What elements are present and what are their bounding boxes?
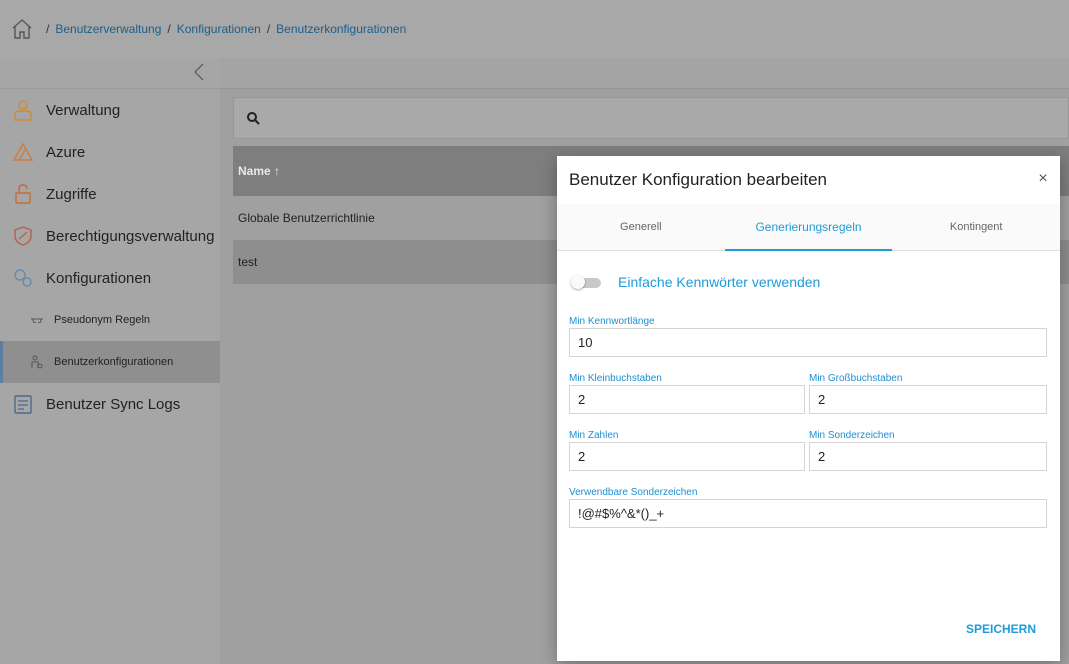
sidebar-subitem-pseudonym-regeln[interactable]: Pseudonym Regeln (0, 299, 220, 341)
min-special-field: Min Sonderzeichen 2 (809, 430, 1047, 471)
dialog-tabs: Generell Generierungsregeln Kontingent (557, 204, 1060, 251)
dialog-title: Benutzer Konfiguration bearbeiten (569, 170, 828, 189)
breadcrumb-konfigurationen[interactable]: Konfigurationen (177, 22, 261, 36)
dialog-header: Benutzer Konfiguration bearbeiten × (557, 156, 1060, 204)
tab-kontingent[interactable]: Kontingent (892, 204, 1060, 250)
log-icon (14, 395, 32, 414)
sidebar-subitem-label: Pseudonym Regeln (54, 314, 151, 326)
sidebar: Verwaltung Azure Zugriffe Berechtigungsv… (0, 58, 220, 664)
min-length-input[interactable]: 10 (569, 328, 1047, 357)
admin-icon (14, 100, 32, 121)
edit-config-dialog: Benutzer Konfiguration bearbeiten × Gene… (557, 156, 1060, 661)
field-label: Min Kennwortlänge (569, 316, 655, 327)
field-label: Min Kleinbuchstaben (569, 373, 662, 384)
shield-icon (14, 226, 32, 246)
chevron-left-icon[interactable] (192, 62, 206, 82)
breadcrumb-benutzerkonfigurationen[interactable]: Benutzerkonfigurationen (276, 22, 406, 36)
field-label: Min Zahlen (569, 430, 619, 441)
sidebar-item-label: Zugriffe (46, 185, 97, 203)
sidebar-item-label: Azure (46, 143, 86, 161)
sidebar-item-zugriffe[interactable]: Zugriffe (0, 173, 220, 215)
sidebar-item-benutzer-sync-logs[interactable]: Benutzer Sync Logs (0, 383, 220, 425)
tab-generierungsregeln[interactable]: Generierungsregeln (724, 204, 893, 251)
min-lower-input[interactable]: 2 (569, 385, 805, 414)
sidebar-item-konfigurationen[interactable]: Konfigurationen (0, 257, 220, 299)
allowed-special-field: Verwendbare Sonderzeichen !@#$%^&*()_+ (569, 487, 1047, 528)
sidebar-subitem-label: Benutzerkonfigurationen (54, 356, 174, 368)
allowed-special-input[interactable]: !@#$%^&*()_+ (569, 499, 1047, 528)
breadcrumb-separator: / (266, 22, 271, 36)
sidebar-item-label: Berechtigungsverwaltung (46, 227, 215, 245)
sidebar-item-label: Verwaltung (46, 101, 121, 119)
user-config-icon (31, 355, 43, 369)
home-icon[interactable] (10, 17, 34, 41)
breadcrumb: / Benutzerverwaltung / Konfigurationen /… (46, 22, 406, 36)
min-upper-input[interactable]: 2 (809, 385, 1047, 414)
search-input[interactable] (233, 97, 1069, 139)
close-icon[interactable]: × (1034, 170, 1052, 188)
min-special-input[interactable]: 2 (809, 442, 1047, 471)
field-label: Min Sonderzeichen (809, 430, 895, 441)
sidebar-subitem-benutzerkonfigurationen[interactable]: Benutzerkonfigurationen (0, 341, 220, 383)
breadcrumb-separator: / (46, 22, 50, 36)
breadcrumb-separator: / (167, 22, 171, 36)
simple-passwords-toggle[interactable] (571, 275, 601, 289)
min-numbers-field: Min Zahlen 2 (569, 430, 805, 471)
sidebar-item-label: Konfigurationen (46, 269, 152, 287)
sidebar-item-label: Benutzer Sync Logs (46, 395, 181, 413)
main-toolbar (220, 58, 1069, 89)
field-label: Verwendbare Sonderzeichen (569, 487, 698, 498)
sidebar-item-azure[interactable]: Azure (0, 131, 220, 173)
toggle-knob (571, 275, 585, 289)
tab-generell[interactable]: Generell (557, 204, 725, 250)
simple-passwords-label: Einfache Kennwörter verwenden (618, 274, 821, 290)
azure-icon (12, 142, 34, 161)
lock-icon (15, 184, 31, 204)
save-button[interactable]: SPEICHERN (966, 622, 1036, 636)
mask-icon (31, 318, 43, 324)
min-length-field: Min Kennwortlänge 10 (569, 316, 1047, 357)
sidebar-item-verwaltung[interactable]: Verwaltung (0, 89, 220, 131)
gears-icon (14, 269, 32, 287)
search-icon (247, 112, 260, 125)
min-upper-field: Min Großbuchstaben 2 (809, 373, 1047, 414)
breadcrumb-benutzerverwaltung[interactable]: Benutzerverwaltung (55, 22, 161, 36)
top-bar: / Benutzerverwaltung / Konfigurationen /… (0, 0, 1069, 58)
min-numbers-input[interactable]: 2 (569, 442, 805, 471)
field-label: Min Großbuchstaben (809, 373, 903, 384)
simple-passwords-row: Einfache Kennwörter verwenden (571, 274, 820, 290)
min-lower-field: Min Kleinbuchstaben 2 (569, 373, 805, 414)
sidebar-collapse-row (0, 58, 220, 89)
sidebar-item-berechtigungsverwaltung[interactable]: Berechtigungsverwaltung (0, 215, 220, 257)
